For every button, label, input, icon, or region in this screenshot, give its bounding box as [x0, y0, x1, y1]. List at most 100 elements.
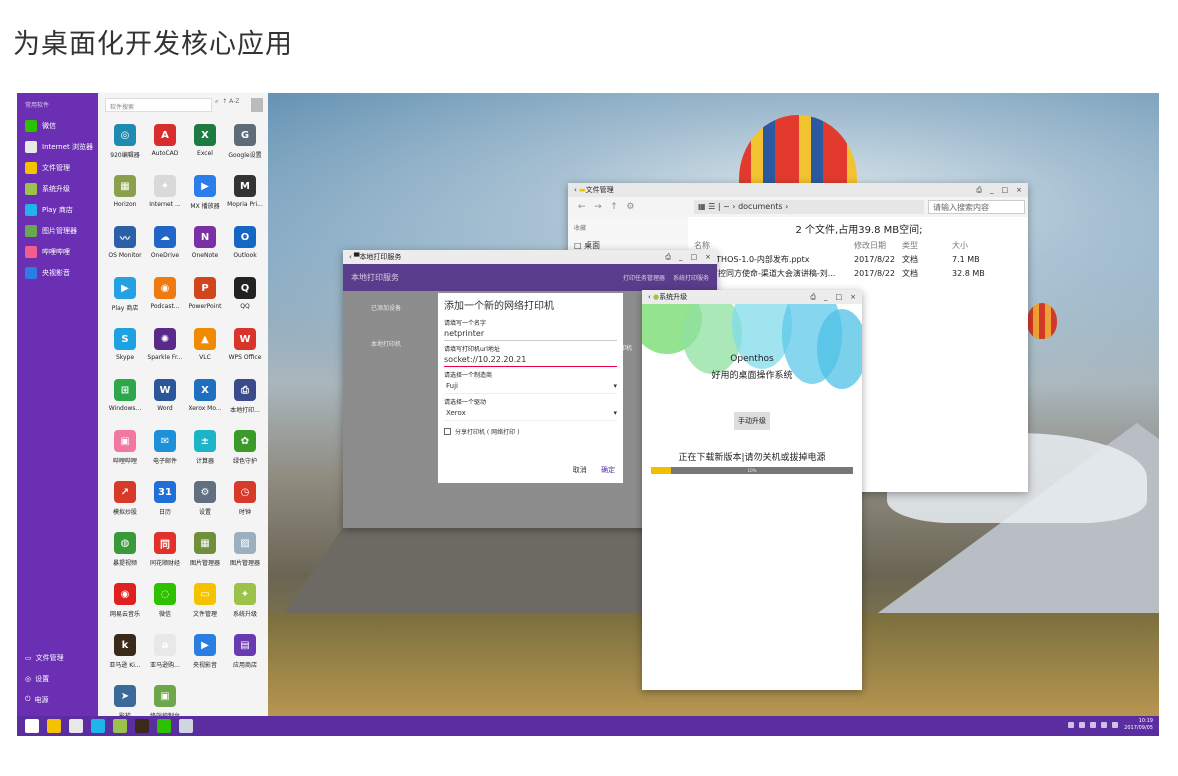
sidebar-item[interactable]: 图片管理器	[17, 220, 98, 241]
app-tile[interactable]: ☁ OneDrive	[145, 221, 185, 272]
app-tile[interactable]: ✦ 系统升级	[225, 578, 265, 629]
forward-icon[interactable]: →	[594, 202, 602, 212]
back-chevron-icon[interactable]: ‹	[349, 253, 352, 261]
sidebar-item[interactable]: 系统升级	[17, 178, 98, 199]
app-tile[interactable]: ✿ 绿色守护	[225, 425, 265, 476]
app-tile[interactable]: ◌ 微信	[145, 578, 185, 629]
local-printer-tab[interactable]: 本地打印机	[371, 339, 401, 348]
maker-select[interactable]: Fuji ▾	[444, 379, 617, 394]
app-tile[interactable]: ▦ Horizon	[105, 170, 145, 221]
app-tile[interactable]: Q QQ	[225, 272, 265, 323]
column-date[interactable]: 修改日期	[854, 240, 902, 251]
app-tile[interactable]: ✦ Internet ...	[145, 170, 185, 221]
app-tile[interactable]: a 亚马逊购...	[145, 629, 185, 680]
table-row[interactable]: OPENTHOS-1.0-内部发布.pptx 2017/8/22 文档 7.1 …	[694, 252, 1024, 266]
app-search-input[interactable]: 软件搜索	[105, 98, 212, 112]
sidebar-item[interactable]: Internet 浏览器	[17, 136, 98, 157]
column-name[interactable]: 名称	[694, 240, 854, 251]
minimize-button[interactable]: _	[679, 253, 683, 261]
system-print-service-link[interactable]: 系统打印服务	[673, 273, 709, 282]
back-chevron-icon[interactable]: ‹	[574, 186, 577, 194]
app-tile[interactable]: O Outlook	[225, 221, 265, 272]
sidebar-item[interactable]: Play 商店	[17, 199, 98, 220]
maximize-button[interactable]: □	[836, 293, 843, 301]
app-tile[interactable]: ✺ Sparkle Fr...	[145, 323, 185, 374]
wechat-icon[interactable]	[157, 719, 171, 733]
ok-button[interactable]: 确定	[601, 466, 615, 474]
app-tile[interactable]: ▶ Play 商店	[105, 272, 145, 323]
app-tile[interactable]: ↗ 模拟炒股	[105, 476, 145, 527]
app-tile[interactable]: 31 日历	[145, 476, 185, 527]
browser-icon[interactable]	[69, 719, 83, 733]
app-tile[interactable]: S Skype	[105, 323, 145, 374]
sidebar-bottom-item[interactable]: ⏻ 电源	[17, 689, 98, 710]
app-tile[interactable]: ⚙ 设置	[185, 476, 225, 527]
app-tile[interactable]: ✉ 电子邮件	[145, 425, 185, 476]
list-view-icon[interactable]: ☰	[708, 202, 715, 211]
app-tile[interactable]: ▶ MX 播放器	[185, 170, 225, 221]
file-search-input[interactable]: 请输入搜索内容	[928, 200, 1025, 214]
app-tile[interactable]: ▲ VLC	[185, 323, 225, 374]
app-tile[interactable]: X Excel	[185, 119, 225, 170]
sort-arrow-icon[interactable]: ↑	[222, 98, 227, 105]
sidebar-item[interactable]: 微信	[17, 115, 98, 136]
app-tile[interactable]: ◉ 网易云音乐	[105, 578, 145, 629]
printer-name-field[interactable]: netprinter	[444, 327, 617, 341]
search-icon[interactable]: ⌕	[215, 98, 218, 105]
driver-select[interactable]: Xerox ▾	[444, 406, 617, 421]
printer-url-field[interactable]: socket://10.22.20.21	[444, 353, 617, 367]
launcher-icon[interactable]	[25, 719, 39, 733]
path-home[interactable]: ~	[723, 202, 730, 211]
close-button[interactable]: ×	[850, 293, 856, 301]
sidebar-bottom-item[interactable]: ▭ 文件管理	[17, 647, 98, 668]
column-size[interactable]: 大小	[952, 240, 1012, 251]
input-method-icon[interactable]	[1112, 722, 1119, 728]
path-folder[interactable]: documents	[738, 202, 783, 211]
app-tile[interactable]: ± 计算器	[185, 425, 225, 476]
app-tile[interactable]: M Mopria Pri...	[225, 170, 265, 221]
grid-view-icon[interactable]: ▦	[698, 202, 706, 211]
notification-icon[interactable]	[1068, 722, 1075, 728]
app-tile[interactable]: W Word	[145, 374, 185, 425]
close-button[interactable]: ×	[1016, 186, 1022, 194]
app-tile[interactable]: 同同花顺财经	[145, 527, 185, 578]
app-tile[interactable]: ⎙ 本地打印...	[225, 374, 265, 425]
back-chevron-icon[interactable]: ‹	[648, 293, 651, 301]
column-type[interactable]: 类型	[902, 240, 952, 251]
network-icon[interactable]	[1090, 722, 1097, 728]
pin-icon[interactable]: ⎙	[810, 293, 816, 302]
path-bar[interactable]: ▦ ☰ | ~ › documents ›	[694, 200, 924, 214]
maximize-button[interactable]: □	[691, 253, 698, 261]
pin-icon[interactable]: ⎙	[665, 253, 671, 262]
sidebar-item[interactable]: 文件管理	[17, 157, 98, 178]
android-icon[interactable]	[113, 719, 127, 733]
kindle-icon[interactable]	[135, 719, 149, 733]
added-devices-tab[interactable]: 已添加设备	[371, 303, 401, 312]
app-tile[interactable]: P PowerPoint	[185, 272, 225, 323]
link-icon[interactable]	[1079, 722, 1086, 728]
volume-icon[interactable]	[1101, 722, 1108, 728]
collapse-button[interactable]	[251, 98, 263, 112]
app-tile[interactable]: X Xerox Mo...	[185, 374, 225, 425]
sidebar-item[interactable]: 央视影音	[17, 262, 98, 283]
app-tile[interactable]: A AutoCAD	[145, 119, 185, 170]
app-tile[interactable]: ◉ Podcast...	[145, 272, 185, 323]
share-printer-checkbox[interactable]: 分享打印机 ( 网络打印 )	[444, 427, 617, 436]
close-button[interactable]: ×	[705, 253, 711, 261]
app-tile[interactable]: ▦ 图片管理器	[185, 527, 225, 578]
pin-icon[interactable]: ⎙	[976, 186, 982, 195]
minimize-button[interactable]: _	[824, 293, 828, 301]
app-tile[interactable]: N OneNote	[185, 221, 225, 272]
folder-icon[interactable]	[47, 719, 61, 733]
maximize-button[interactable]: □	[1002, 186, 1009, 194]
printer-icon[interactable]	[179, 719, 193, 733]
sidebar-bottom-item[interactable]: ◎ 设置	[17, 668, 98, 689]
sort-label[interactable]: A-Z	[229, 98, 239, 105]
app-tile[interactable]: ▨ 图片管理器	[225, 527, 265, 578]
app-tile[interactable]: ▭ 文件管理	[185, 578, 225, 629]
app-tile[interactable]: ▶ 央视影音	[185, 629, 225, 680]
sidebar-item[interactable]: 哔哩哔哩	[17, 241, 98, 262]
back-icon[interactable]: ←	[578, 202, 586, 212]
settings-icon[interactable]: ⚙	[626, 202, 634, 212]
app-tile[interactable]: ◍ 暴提视频	[105, 527, 145, 578]
